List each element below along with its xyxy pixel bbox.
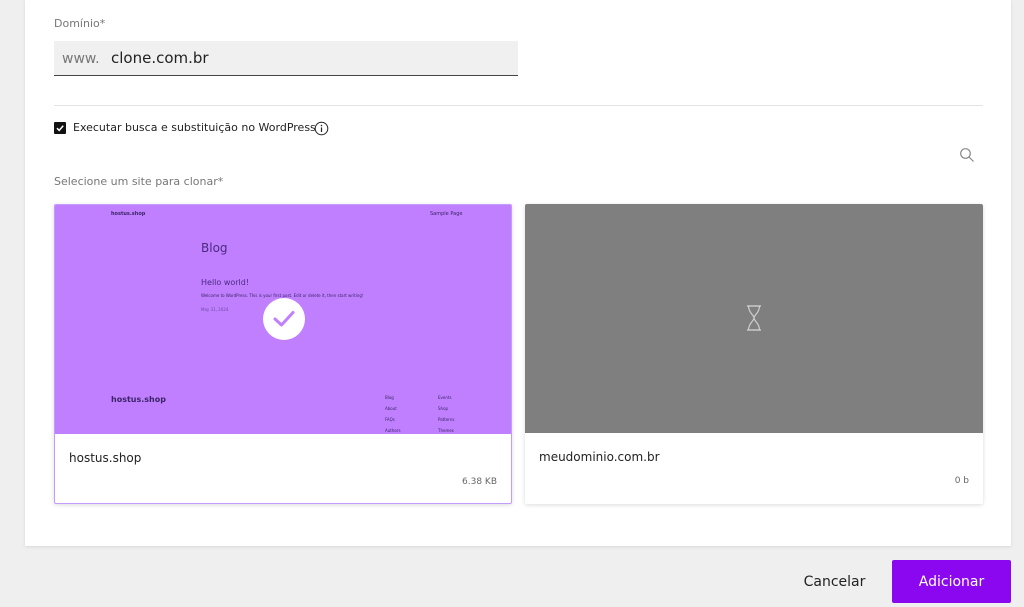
cancel-button[interactable]: Cancelar [792, 562, 877, 602]
divider [54, 105, 983, 106]
preview-footer-link: About [385, 406, 397, 411]
preview-footer-link: Shop [438, 406, 449, 411]
search-icon[interactable] [959, 147, 975, 163]
preview-footer-link: Blog [385, 395, 394, 400]
site-thumbnail: hostus.shop Sample Page Blog Hello world… [55, 205, 511, 434]
preview-post-date: May 31, 2024 [201, 307, 229, 312]
clone-site-panel: Domínio* www. clone.com.br Executar busc… [25, 0, 1011, 546]
preview-sample-page-link: Sample Page [430, 211, 463, 217]
domain-input[interactable]: clone.com.br [111, 49, 209, 67]
search-replace-checkbox[interactable] [54, 122, 66, 134]
preview-footer-link: Themes [438, 428, 454, 433]
site-thumbnail [525, 204, 983, 433]
add-button[interactable]: Adicionar [892, 560, 1011, 603]
info-icon[interactable] [314, 121, 329, 136]
site-name: meudominio.com.br [539, 450, 660, 464]
preview-post-title: Hello world! [201, 278, 250, 287]
check-icon [56, 125, 64, 132]
site-size: 0 b [954, 476, 969, 486]
select-site-label: Selecione um site para clonar* [54, 175, 224, 188]
search-replace-label: Executar busca e substituição no WordPre… [73, 121, 316, 134]
domain-field[interactable]: www. clone.com.br [54, 41, 518, 76]
preview-heading: Blog [201, 241, 228, 255]
site-size: 6.38 KB [462, 477, 497, 487]
preview-brand: hostus.shop [111, 211, 146, 217]
preview-footer-link: FAQs [385, 417, 395, 422]
site-card-meudominio[interactable]: meudominio.com.br 0 b [525, 204, 983, 504]
preview-footer-link: Authors [385, 428, 401, 433]
preview-footer-brand: hostus.shop [111, 395, 166, 404]
preview-footer-link: Patterns [438, 417, 455, 422]
hourglass-icon [747, 305, 761, 331]
preview-footer-link: Events [438, 395, 452, 400]
site-card-hostus-shop[interactable]: hostus.shop Sample Page Blog Hello world… [54, 204, 512, 504]
domain-label: Domínio* [54, 17, 106, 30]
domain-prefix: www. [62, 51, 100, 67]
selected-check-icon [263, 298, 305, 340]
site-name: hostus.shop [69, 451, 142, 465]
